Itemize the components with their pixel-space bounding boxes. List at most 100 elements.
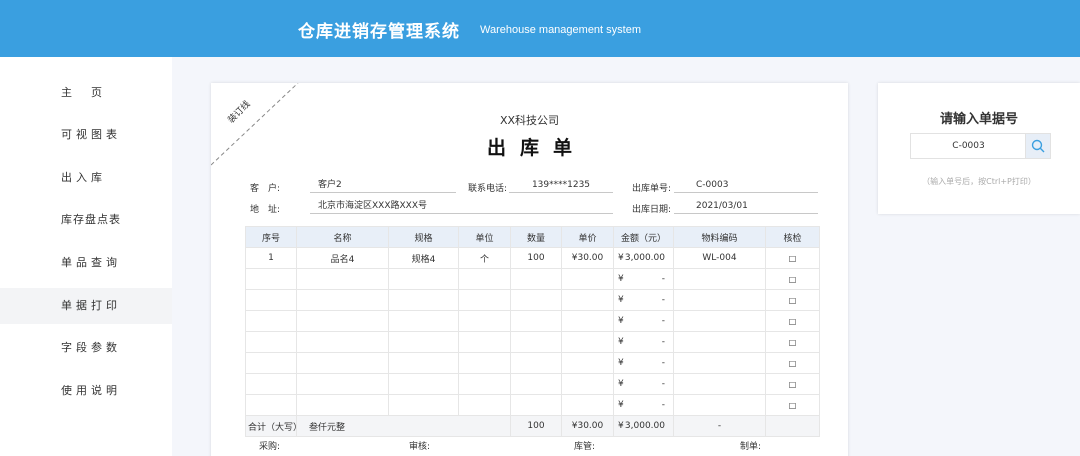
currency-symbol: ¥ bbox=[618, 358, 624, 368]
row-name bbox=[296, 373, 389, 395]
sidebar-item-charts[interactable]: 可视图表 bbox=[0, 117, 172, 153]
row-code bbox=[673, 310, 766, 332]
sidebar-item-home[interactable]: 主 页 bbox=[0, 75, 172, 111]
row-price bbox=[561, 373, 614, 395]
row-index: 1 bbox=[245, 247, 297, 269]
row-index bbox=[245, 352, 297, 374]
row-index bbox=[245, 289, 297, 311]
row-check-box[interactable]: □ bbox=[765, 268, 820, 290]
amount-value: - bbox=[661, 379, 665, 389]
table-row: ¥ - □ bbox=[245, 289, 820, 311]
total-row: 合计（大写） 叁仟元整 100 ¥30.00 ¥ 3,000.00 - bbox=[245, 415, 820, 437]
row-code bbox=[673, 268, 766, 290]
sidebar-item-inout[interactable]: 出入库 bbox=[0, 160, 172, 196]
amount-value: - bbox=[661, 274, 665, 284]
row-qty bbox=[510, 352, 562, 374]
row-price: ¥30.00 bbox=[561, 247, 614, 269]
amount-value: - bbox=[661, 337, 665, 347]
row-check-box[interactable]: □ bbox=[765, 289, 820, 311]
signature-review: 审核: bbox=[409, 442, 431, 452]
row-spec: 规格4 bbox=[388, 247, 459, 269]
row-price bbox=[561, 394, 614, 416]
row-unit bbox=[458, 352, 511, 374]
row-qty bbox=[510, 394, 562, 416]
currency-symbol: ¥ bbox=[618, 253, 624, 263]
table-row: ¥ - □ bbox=[245, 394, 820, 416]
row-spec bbox=[388, 352, 459, 374]
row-name bbox=[296, 310, 389, 332]
document-title: 出库单 bbox=[486, 137, 586, 159]
sidebar-item-inventory[interactable]: 库存盘点表 bbox=[0, 202, 172, 238]
currency-symbol: ¥ bbox=[618, 274, 624, 284]
row-code bbox=[673, 331, 766, 353]
row-spec bbox=[388, 394, 459, 416]
row-unit: 个 bbox=[458, 247, 511, 269]
sidebar-item-fields[interactable]: 字段参数 bbox=[0, 330, 172, 366]
row-qty bbox=[510, 373, 562, 395]
row-qty bbox=[510, 331, 562, 353]
currency-symbol: ¥ bbox=[618, 379, 624, 389]
print-hint: （输入单号后，按Ctrl+P打印） bbox=[922, 177, 1036, 186]
table-row: ¥ - □ bbox=[245, 310, 820, 332]
row-check-box[interactable]: □ bbox=[765, 310, 820, 332]
table-row: ¥ - □ bbox=[245, 352, 820, 374]
col-header-amount: 金额（元） bbox=[613, 226, 674, 248]
date-value: 2021/03/01 bbox=[674, 200, 818, 214]
col-header-index: 序号 bbox=[245, 226, 297, 248]
app-subtitle: Warehouse management system bbox=[480, 24, 641, 36]
row-check-box[interactable]: □ bbox=[765, 247, 820, 269]
row-unit bbox=[458, 310, 511, 332]
currency-symbol: ¥ bbox=[618, 400, 624, 410]
phone-value: 139****1235 bbox=[509, 179, 613, 193]
document-number-input[interactable] bbox=[910, 133, 1026, 159]
row-index bbox=[245, 268, 297, 290]
row-price bbox=[561, 268, 614, 290]
row-index bbox=[245, 373, 297, 395]
sidebar-item-help[interactable]: 使用说明 bbox=[0, 373, 172, 409]
row-spec bbox=[388, 310, 459, 332]
table-row: ¥ - □ bbox=[245, 373, 820, 395]
row-check-box[interactable]: □ bbox=[765, 394, 820, 416]
row-qty bbox=[510, 268, 562, 290]
col-header-check: 核检 bbox=[765, 226, 820, 248]
row-spec bbox=[388, 268, 459, 290]
order-no-label: 出库单号: bbox=[632, 184, 672, 194]
amount-value: - bbox=[661, 358, 665, 368]
row-qty bbox=[510, 289, 562, 311]
row-qty: 100 bbox=[510, 247, 562, 269]
amount-value: - bbox=[661, 400, 665, 410]
sidebar: 主 页 可视图表 出入库 库存盘点表 单品查询 单据打印 字段参数 使用说明 bbox=[0, 57, 172, 456]
customer-value: 客户2 bbox=[310, 179, 456, 193]
row-qty bbox=[510, 310, 562, 332]
row-check-box[interactable]: □ bbox=[765, 352, 820, 374]
total-check bbox=[765, 415, 820, 437]
signature-warehouse: 库管: bbox=[574, 442, 596, 452]
amount-value: 3,000.00 bbox=[624, 253, 665, 263]
amount-value: - bbox=[661, 316, 665, 326]
row-unit bbox=[458, 268, 511, 290]
sidebar-item-print[interactable]: 单据打印 bbox=[0, 288, 172, 324]
col-header-unit: 单位 bbox=[458, 226, 511, 248]
row-check-box[interactable]: □ bbox=[765, 373, 820, 395]
top-bar: 仓库进销存管理系统 Warehouse management system bbox=[0, 0, 1080, 57]
row-name bbox=[296, 268, 389, 290]
row-amount: ¥ - bbox=[613, 268, 674, 290]
total-amount: 3,000.00 bbox=[624, 421, 665, 431]
total-label: 合计（大写） bbox=[245, 415, 297, 437]
currency-symbol: ¥ bbox=[618, 295, 624, 305]
row-price bbox=[561, 352, 614, 374]
table-row: ¥ - □ bbox=[245, 268, 820, 290]
row-index bbox=[245, 310, 297, 332]
signature-creator: 制单: bbox=[740, 442, 762, 452]
row-amount: ¥ - bbox=[613, 310, 674, 332]
table-row: ¥ - □ bbox=[245, 331, 820, 353]
sidebar-item-item-query[interactable]: 单品查询 bbox=[0, 245, 172, 281]
row-check-box[interactable]: □ bbox=[765, 331, 820, 353]
row-code bbox=[673, 352, 766, 374]
company-name: XX科技公司 bbox=[499, 114, 560, 127]
search-panel-title: 请输入单据号 bbox=[939, 112, 1018, 127]
row-name bbox=[296, 394, 389, 416]
row-name bbox=[296, 289, 389, 311]
search-button[interactable] bbox=[1025, 133, 1051, 159]
search-panel: 请输入单据号 （输入单号后，按Ctrl+P打印） bbox=[878, 83, 1080, 214]
